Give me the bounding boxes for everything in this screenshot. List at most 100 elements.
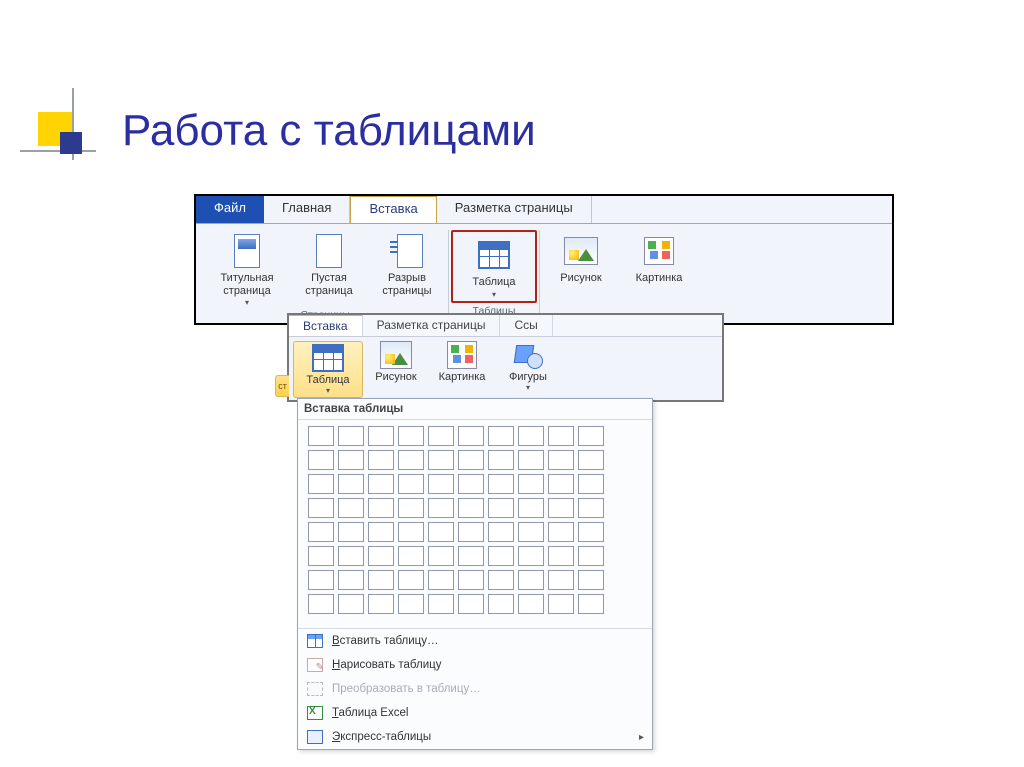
grid-cell[interactable] <box>368 426 394 446</box>
picture-button[interactable]: Рисунок <box>542 230 620 285</box>
menu-draw-table[interactable]: Нарисовать таблицу <box>298 653 652 677</box>
grid-cell[interactable] <box>458 426 484 446</box>
grid-cell[interactable] <box>308 570 334 590</box>
grid-cell[interactable] <box>458 546 484 566</box>
grid-cell[interactable] <box>308 426 334 446</box>
table-button-active[interactable]: Таблица ▾ <box>293 341 363 398</box>
grid-cell[interactable] <box>578 450 604 470</box>
grid-cell[interactable] <box>368 546 394 566</box>
grid-cell[interactable] <box>458 498 484 518</box>
grid-cell[interactable] <box>518 426 544 446</box>
grid-cell[interactable] <box>338 522 364 542</box>
grid-cell[interactable] <box>548 426 574 446</box>
menu-excel-table[interactable]: Таблица Excel <box>298 701 652 725</box>
table-button[interactable]: Таблица ▾ <box>455 234 533 299</box>
grid-cell[interactable] <box>368 474 394 494</box>
grid-cell[interactable] <box>578 474 604 494</box>
grid-cell[interactable] <box>308 498 334 518</box>
grid-cell[interactable] <box>518 594 544 614</box>
grid-cell[interactable] <box>428 474 454 494</box>
tab2-insert[interactable]: Вставка <box>289 315 363 336</box>
grid-cell[interactable] <box>398 474 424 494</box>
menu-quick-tables[interactable]: Экспресс-таблицы ▸ <box>298 725 652 749</box>
shapes-button[interactable]: Фигуры ▾ <box>495 341 561 398</box>
tab2-references[interactable]: Ссы <box>500 315 552 336</box>
grid-cell[interactable] <box>308 522 334 542</box>
grid-cell[interactable] <box>518 474 544 494</box>
grid-cell[interactable] <box>488 450 514 470</box>
grid-cell[interactable] <box>578 498 604 518</box>
grid-cell[interactable] <box>368 522 394 542</box>
table-size-grid[interactable] <box>298 420 652 628</box>
grid-cell[interactable] <box>458 570 484 590</box>
grid-cell[interactable] <box>338 498 364 518</box>
grid-cell[interactable] <box>578 426 604 446</box>
grid-cell[interactable] <box>548 474 574 494</box>
grid-cell[interactable] <box>488 474 514 494</box>
grid-cell[interactable] <box>488 522 514 542</box>
grid-cell[interactable] <box>398 450 424 470</box>
grid-cell[interactable] <box>578 522 604 542</box>
grid-cell[interactable] <box>428 570 454 590</box>
grid-cell[interactable] <box>578 570 604 590</box>
grid-cell[interactable] <box>548 594 574 614</box>
grid-cell[interactable] <box>428 450 454 470</box>
grid-cell[interactable] <box>398 594 424 614</box>
grid-cell[interactable] <box>398 426 424 446</box>
clipart-button[interactable]: Картинка <box>620 230 698 285</box>
tab-file[interactable]: Файл <box>196 196 264 223</box>
grid-cell[interactable] <box>548 450 574 470</box>
grid-cell[interactable] <box>308 450 334 470</box>
grid-cell[interactable] <box>518 522 544 542</box>
grid-cell[interactable] <box>308 546 334 566</box>
grid-cell[interactable] <box>308 594 334 614</box>
grid-cell[interactable] <box>488 570 514 590</box>
grid-cell[interactable] <box>548 570 574 590</box>
grid-cell[interactable] <box>428 594 454 614</box>
grid-cell[interactable] <box>518 570 544 590</box>
picture-button[interactable]: Рисунок <box>363 341 429 398</box>
grid-cell[interactable] <box>338 594 364 614</box>
grid-cell[interactable] <box>428 546 454 566</box>
clipart-button[interactable]: Картинка <box>429 341 495 398</box>
grid-cell[interactable] <box>338 426 364 446</box>
grid-cell[interactable] <box>458 474 484 494</box>
grid-cell[interactable] <box>398 546 424 566</box>
grid-cell[interactable] <box>338 546 364 566</box>
grid-cell[interactable] <box>518 450 544 470</box>
grid-cell[interactable] <box>338 450 364 470</box>
grid-cell[interactable] <box>458 522 484 542</box>
grid-cell[interactable] <box>458 450 484 470</box>
cover-page-button[interactable]: Титульная страница ▾ <box>204 230 290 307</box>
menu-insert-table[interactable]: Вставить таблицу… <box>298 629 652 653</box>
grid-cell[interactable] <box>308 474 334 494</box>
grid-cell[interactable] <box>428 522 454 542</box>
grid-cell[interactable] <box>338 570 364 590</box>
grid-cell[interactable] <box>338 474 364 494</box>
grid-cell[interactable] <box>398 570 424 590</box>
grid-cell[interactable] <box>368 498 394 518</box>
tab-home[interactable]: Главная <box>264 196 350 223</box>
grid-cell[interactable] <box>548 546 574 566</box>
grid-cell[interactable] <box>488 498 514 518</box>
grid-cell[interactable] <box>578 546 604 566</box>
tab-page-layout[interactable]: Разметка страницы <box>437 196 592 223</box>
grid-cell[interactable] <box>428 426 454 446</box>
grid-cell[interactable] <box>398 522 424 542</box>
grid-cell[interactable] <box>488 426 514 446</box>
grid-cell[interactable] <box>368 570 394 590</box>
page-break-button[interactable]: Разрыв страницы <box>368 230 446 307</box>
grid-cell[interactable] <box>398 498 424 518</box>
tab2-page-layout[interactable]: Разметка страницы <box>363 315 501 336</box>
grid-cell[interactable] <box>428 498 454 518</box>
grid-cell[interactable] <box>488 546 514 566</box>
grid-cell[interactable] <box>578 594 604 614</box>
grid-cell[interactable] <box>548 498 574 518</box>
grid-cell[interactable] <box>368 594 394 614</box>
grid-cell[interactable] <box>488 594 514 614</box>
grid-cell[interactable] <box>368 450 394 470</box>
grid-cell[interactable] <box>458 594 484 614</box>
grid-cell[interactable] <box>518 546 544 566</box>
collapsed-side-tab[interactable]: ст <box>275 375 289 397</box>
grid-cell[interactable] <box>548 522 574 542</box>
